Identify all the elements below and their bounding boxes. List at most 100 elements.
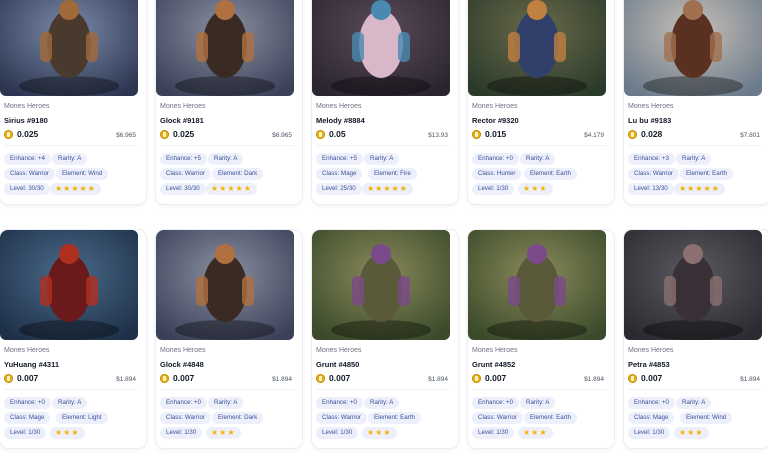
level-badge: Level: 1/30 [4,427,47,439]
collection-name: Mones Heroes [628,347,674,354]
hero-name: YuHuang #4311 [4,360,60,369]
star-rating: ★★★ [206,427,241,439]
hero-artwork [312,0,450,96]
price-amount: 0.025 [173,129,195,139]
coin-icon [628,374,637,383]
star-rating: ★★★ [362,427,397,439]
collection-name: Mones Heroes [316,347,362,354]
star-rating: ★★★★★ [674,183,725,195]
hero-name: Melody #8884 [316,116,365,125]
class-badge: Class: Hunter [472,168,522,180]
price-amount: 0.007 [485,373,507,383]
hero-card[interactable]: Mones Heroes Grunt #4852 0.007 $1.894 En… [468,230,614,448]
hero-card[interactable]: Mones Heroes Rector #9320 0.015 $4.179 E… [468,0,614,204]
enhance-badge: Enhance: +0 [4,397,51,409]
star-rating: ★★★★★ [206,183,257,195]
hero-artwork [0,0,138,96]
level-badge: Level: 13/30 [628,183,674,195]
star-rating: ★★★ [518,427,553,439]
divider [316,145,450,146]
hero-name: Lu bu #9183 [628,116,672,125]
enhance-badge: Enhance: +5 [160,153,207,165]
hero-name: Petra #4853 [628,360,670,369]
price-amount: 0.007 [173,373,195,383]
star-rating: ★★★★★ [50,183,101,195]
class-badge: Class: Mage [316,168,363,180]
element-badge: Element: Earth [524,412,577,424]
hero-card[interactable]: Mones Heroes Melody #8884 0.05 $13.93 En… [312,0,458,204]
rarity-badge: Rarity: A [676,397,712,409]
star-rating: ★★★ [674,427,709,439]
rarity-badge: Rarity: A [520,153,556,165]
price-usd: $1.894 [272,376,292,383]
enhance-badge: Enhance: +0 [472,397,519,409]
collection-name: Mones Heroes [160,347,206,354]
class-badge: Class: Warrior [628,168,679,180]
star-rating: ★★★★★ [362,183,413,195]
divider [4,145,138,146]
hero-name: Glock #9181 [160,116,204,125]
hero-card[interactable]: Mones Heroes Grunt #4850 0.007 $1.894 En… [312,230,458,448]
hero-card[interactable]: Mones Heroes Lu bu #9183 0.028 $7.801 En… [624,0,768,204]
hero-card[interactable]: Mones Heroes Glock #9181 0.025 $6.965 En… [156,0,302,204]
hero-artwork [0,230,138,340]
element-badge: Element: Wind [56,168,109,180]
hero-artwork [156,0,294,96]
element-badge: Element: Wind [680,412,733,424]
divider [472,389,606,390]
collection-name: Mones Heroes [160,103,206,110]
coin-icon [628,130,637,139]
collection-name: Mones Heroes [472,103,518,110]
price-amount: 0.007 [641,373,663,383]
rarity-badge: Rarity: A [208,397,244,409]
divider [628,145,762,146]
price-usd: $7.801 [740,132,760,139]
rarity-badge: Rarity: A [676,153,712,165]
divider [160,145,294,146]
price-usd: $6.965 [272,132,292,139]
collection-name: Mones Heroes [4,347,50,354]
coin-icon [4,130,13,139]
price-usd: $1.894 [740,376,760,383]
coin-icon [160,130,169,139]
coin-icon [4,374,13,383]
hero-artwork [156,230,294,340]
coin-icon [316,130,325,139]
price-amount: 0.025 [17,129,39,139]
enhance-badge: Enhance: +5 [316,153,363,165]
collection-name: Mones Heroes [316,103,362,110]
hero-artwork [468,230,606,340]
rarity-badge: Rarity: A [364,397,400,409]
divider [628,389,762,390]
enhance-badge: Enhance: +3 [628,153,675,165]
level-badge: Level: 30/30 [160,183,206,195]
enhance-badge: Enhance: +0 [472,153,519,165]
enhance-badge: Enhance: +4 [4,153,51,165]
star-rating: ★★★ [518,183,553,195]
hero-card[interactable]: Mones Heroes Glock #4848 0.007 $1.894 En… [156,230,302,448]
price-amount: 0.05 [329,129,346,139]
hero-name: Sirius #9180 [4,116,48,125]
class-badge: Class: Warrior [4,168,55,180]
divider [472,145,606,146]
hero-card[interactable]: Mones Heroes Petra #4853 0.007 $1.894 En… [624,230,768,448]
coin-icon [316,374,325,383]
element-badge: Element: Light [56,412,108,424]
level-badge: Level: 1/30 [472,183,515,195]
enhance-badge: Enhance: +0 [628,397,675,409]
price-usd: $1.894 [116,376,136,383]
collection-name: Mones Heroes [628,103,674,110]
hero-card[interactable]: Mones Heroes Sirius #9180 0.025 $6.965 E… [0,0,146,204]
coin-icon [472,374,481,383]
divider [160,389,294,390]
price-usd: $1.894 [584,376,604,383]
element-badge: Element: Earth [680,168,733,180]
price-amount: 0.007 [17,373,39,383]
element-badge: Element: Earth [524,168,577,180]
price-amount: 0.028 [641,129,663,139]
coin-icon [160,374,169,383]
hero-name: Glock #4848 [160,360,204,369]
hero-card[interactable]: Mones Heroes YuHuang #4311 0.007 $1.894 … [0,230,146,448]
divider [316,389,450,390]
class-badge: Class: Warrior [316,412,367,424]
